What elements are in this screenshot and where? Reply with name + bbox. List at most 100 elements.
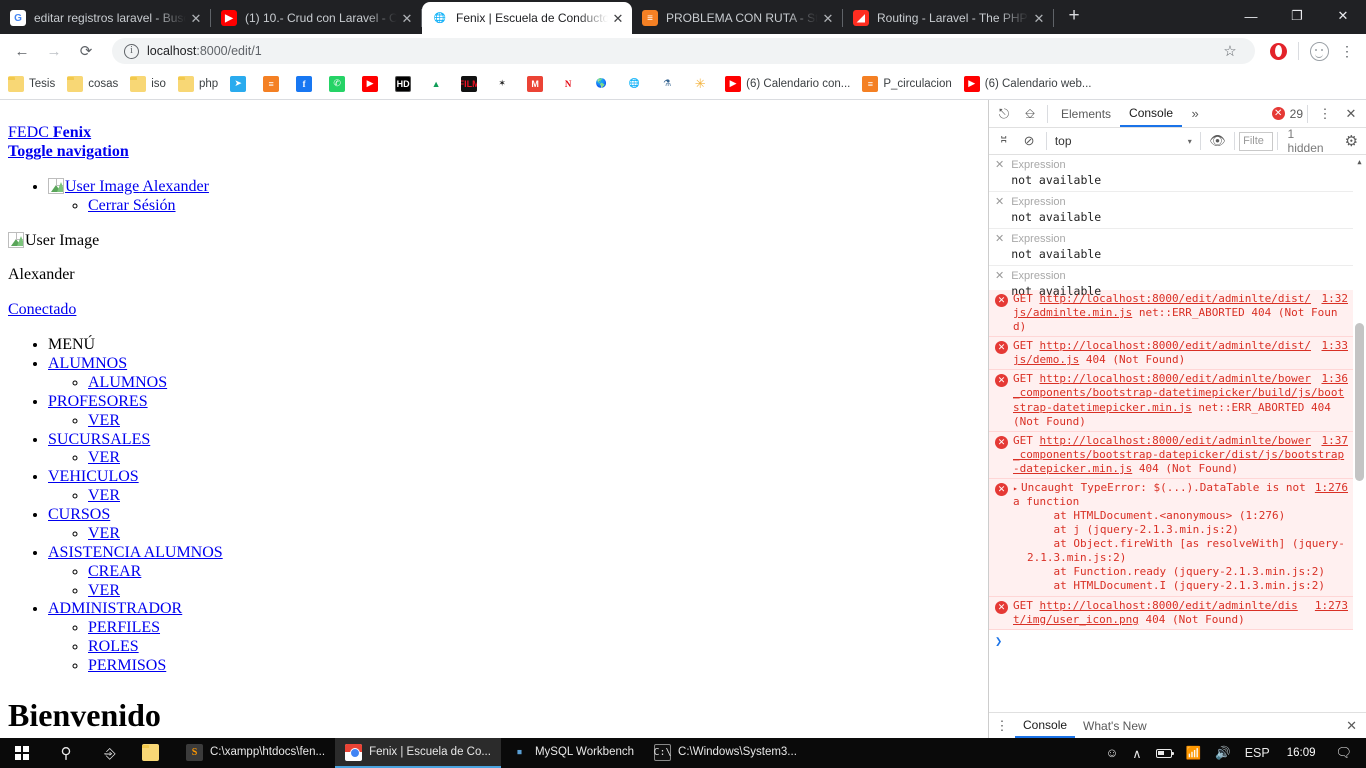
live-expression-row[interactable]: ✕ Expression not available [989,155,1366,192]
stack-frame[interactable]: at j (jquery-2.1.3.min.js:2) [993,523,1348,537]
message-source-link[interactable]: 1:276 [1315,481,1348,495]
language-indicator[interactable]: ESP [1238,746,1277,760]
browser-tab[interactable]: ◢ Routing - Laravel - The PHP Fra ✕ [843,2,1053,34]
browser-tab[interactable]: ≡ PROBLEMA CON RUTA - Stack ✕ [632,2,842,34]
bookmark-item[interactable]: ▲ [428,75,449,92]
taskbar-item-mysql-workbench[interactable]: ⏹ MySQL Workbench [501,738,644,768]
bookmark-item[interactable]: ▶ [362,75,383,92]
submenu-link-asistencia-crear[interactable]: CREAR [88,563,141,580]
message-source-link[interactable]: 1:32 [1322,292,1349,306]
start-button[interactable] [0,738,44,768]
message-source-link[interactable]: 1:36 [1322,372,1349,386]
live-expression-row[interactable]: ✕ Expression not available [989,229,1366,266]
bookmark-item[interactable]: ✆ [329,75,350,92]
taskbar-item-chrome[interactable]: Fenix | Escuela de Co... [335,738,501,768]
console-scrollbar-thumb[interactable] [1355,323,1364,481]
tab-elements[interactable]: Elements [1052,100,1120,127]
bookmark-item[interactable]: ≡ P_circulacion [862,75,952,92]
tab-close-icon[interactable]: ✕ [397,12,417,25]
submenu-link-vehiculos-ver[interactable]: VER [88,487,120,504]
submenu-link-roles[interactable]: ROLES [88,638,139,655]
forward-button[interactable]: → [40,37,68,65]
bookmark-item[interactable]: ✳ [692,76,713,92]
bookmark-item[interactable]: 🌐 [626,75,647,92]
bookmark-item[interactable]: ⚗ [659,75,680,92]
bookmark-star-icon[interactable]: ☆ [1217,42,1243,60]
console-filter-input[interactable]: Filte [1239,131,1273,151]
stack-frame[interactable]: at HTMLDocument.I (jquery-2.1.3.min.js:2… [993,579,1348,593]
close-drawer-icon[interactable]: ✕ [1337,718,1366,734]
new-tab-button[interactable]: + [1060,3,1088,31]
console-sidebar-icon[interactable]: ⎶ [991,128,1016,154]
bookmark-item[interactable]: ➤ [230,75,251,92]
devtools-menu-icon[interactable]: ⋮ [1312,101,1338,127]
live-expression-row[interactable]: ✕ Expression not available [989,192,1366,229]
status-link[interactable]: Conectado [8,301,76,318]
message-source-link[interactable]: 1:273 [1315,599,1348,613]
opera-extension-icon[interactable] [1270,42,1287,60]
console-prompt[interactable]: ❯ [989,630,1366,652]
tab-close-icon[interactable]: ✕ [186,12,206,25]
brand-link[interactable]: FEDC Fenix [8,124,91,141]
menu-link-sucursales[interactable]: SUCURSALES [48,431,150,448]
stack-frame[interactable]: at HTMLDocument.<anonymous> (1:276) [993,509,1348,523]
bookmark-item[interactable]: f [296,75,317,92]
close-window-button[interactable]: ✕ [1320,0,1366,32]
drawer-menu-icon[interactable]: ⋮ [989,713,1015,739]
tab-close-icon[interactable]: ✕ [608,12,628,25]
execution-context-select[interactable]: top ▾ [1051,131,1196,151]
console-message-network-error[interactable]: ✕ 1:273 GET http://localhost:8000/edit/a… [989,596,1366,630]
submenu-link-alumnos-alumnos[interactable]: ALUMNOS [88,374,167,391]
logout-link[interactable]: Cerrar Sésión [88,197,176,214]
close-icon[interactable]: ✕ [995,195,1004,208]
toggle-navigation-link[interactable]: Toggle navigation [8,143,129,160]
bookmark-item[interactable]: M [527,75,548,92]
volume-icon[interactable]: 🔊 [1208,746,1238,761]
drawer-tab-whats-new[interactable]: What's New [1075,713,1155,738]
close-icon[interactable]: ✕ [995,158,1004,171]
notifications-icon[interactable]: 🗨 [1325,745,1362,761]
show-hidden-icons-chevron[interactable]: ∧ [1125,746,1148,761]
tab-close-icon[interactable]: ✕ [818,12,838,25]
submenu-link-sucursales-ver[interactable]: VER [88,449,120,466]
maximize-button[interactable]: ❐ [1274,0,1320,32]
submenu-link-profesores-ver[interactable]: VER [88,412,120,429]
submenu-link-cursos-ver[interactable]: VER [88,525,120,542]
expand-triangle-icon[interactable]: ▸ [1013,484,1021,494]
menu-link-vehiculos[interactable]: VEHICULOS [48,468,139,485]
bookmark-item[interactable]: ≡ [263,75,284,92]
bookmark-item[interactable]: HD [395,75,416,92]
console-scrollbar[interactable]: ▲ [1353,155,1366,712]
search-button[interactable]: ⚲ [44,738,88,768]
user-dropdown-link[interactable]: User Image Alexander [48,177,209,195]
address-bar[interactable]: i localhost:8000/edit/1 ☆ [112,38,1255,64]
bookmark-item[interactable]: Tesis [8,75,55,92]
bookmark-item[interactable]: N [560,75,581,92]
bookmark-item[interactable]: 🌎 [593,75,614,92]
battery-icon[interactable] [1149,748,1179,758]
console-message-network-error[interactable]: ✕ 1:33 GET http://localhost:8000/edit/ad… [989,337,1366,371]
close-icon[interactable]: ✕ [995,232,1004,245]
device-toolbar-icon[interactable]: ⎒ [1017,101,1043,127]
tab-close-icon[interactable]: ✕ [1029,12,1049,25]
profile-avatar[interactable] [1310,41,1329,61]
task-view-button[interactable]: ⎆ [88,738,132,768]
message-source-link[interactable]: 1:37 [1322,434,1349,448]
wifi-icon[interactable]: 📶 [1179,746,1209,761]
submenu-link-permisos[interactable]: PERMISOS [88,657,166,674]
taskbar-item-command-prompt[interactable]: C:\ C:\Windows\System3... [644,738,807,768]
error-count-badge[interactable]: ✕ 29 [1271,107,1303,121]
menu-link-asistencia-alumnos[interactable]: ASISTENCIA ALUMNOS [48,544,223,561]
back-button[interactable]: ← [8,37,36,65]
clear-console-icon[interactable]: ⊘ [1016,128,1041,154]
people-icon[interactable]: ☺ [1099,746,1126,760]
console-message-exception[interactable]: ✕ 1:276 ▸ Uncaught TypeError: $(...).Data… [989,478,1366,597]
inspect-element-icon[interactable]: ⎋ [991,101,1017,127]
browser-tab[interactable]: G editar registros laravel - Buscar ✕ [0,2,210,34]
close-devtools-icon[interactable]: ✕ [1338,101,1364,127]
bookmark-item[interactable]: FILM [461,75,482,92]
menu-link-cursos[interactable]: CURSOS [48,506,110,523]
console-output[interactable]: ✕ Expression not available ✕ Expression … [989,155,1366,712]
stack-frame[interactable]: at Object.fireWith [as resolveWith] (jqu… [993,537,1348,565]
console-message-network-error[interactable]: ✕ 1:37 GET http://localhost:8000/edit/ad… [989,431,1366,479]
